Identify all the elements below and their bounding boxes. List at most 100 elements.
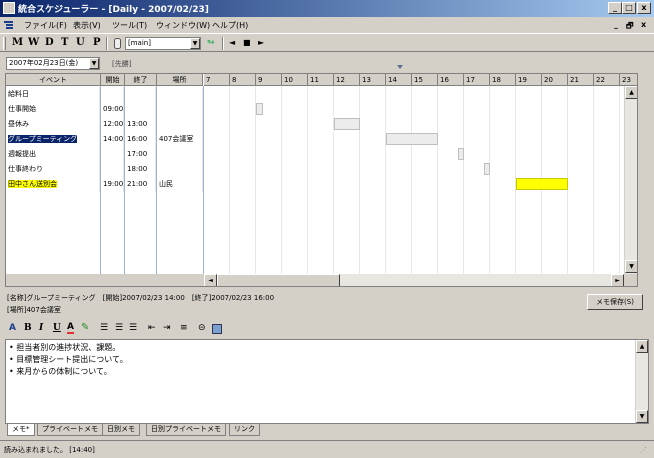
mdi-restore-button[interactable]: 🗗 [626, 20, 634, 34]
start-cell-text: 09:00 [103, 105, 124, 113]
end-cell-text: 16:00 [127, 135, 148, 143]
indent-icon[interactable]: ⇥ [163, 323, 171, 333]
schedule-row[interactable]: 昼休み 12:00 13:00 [6, 117, 624, 132]
schedule-row[interactable]: 田中さん送別会 19:00 21:00 山民 [6, 177, 624, 192]
scroll-right-button[interactable]: ► [611, 274, 624, 286]
memo-save-button[interactable]: メモ保存(S) [587, 294, 643, 310]
next-button[interactable]: ► [258, 38, 264, 47]
font-icon[interactable]: A [9, 323, 16, 333]
event-time-bar[interactable] [457, 148, 464, 160]
event-cell-text: 田中さん送別会 [8, 180, 57, 188]
tab-memo[interactable]: メモ* [7, 424, 35, 436]
schedule-row[interactable]: グループミーティング 14:00 16:00 407会議室 [6, 132, 624, 147]
schedule-grid[interactable]: イベント 開始 終了 場所 7 8 9 10 11 12 13 14 15 16 17 18 19 20 2… [5, 73, 638, 287]
event-cell: 田中さん送別会 [6, 177, 100, 192]
database-dropdown-arrow[interactable]: ▼ [190, 38, 200, 49]
mdi-close-button[interactable]: x [641, 20, 646, 29]
event-time-bar[interactable] [256, 103, 263, 115]
place-cell [157, 162, 203, 177]
today-button[interactable]: ■ [243, 38, 251, 47]
font-color-button[interactable]: A [67, 323, 74, 334]
tab-daily-memo[interactable]: 日別メモ [102, 424, 140, 436]
close-button[interactable]: x [637, 2, 651, 14]
event-time-bar[interactable] [516, 178, 568, 190]
hour-header: 13 [360, 74, 386, 86]
grid-horizontal-scrollbar[interactable]: ◄ ► [204, 274, 624, 286]
minimize-button[interactable]: _ [608, 2, 622, 14]
view-week-button[interactable]: W [28, 37, 39, 48]
tab-private-memo[interactable]: プライベートメモ [37, 424, 103, 436]
view-day-button[interactable]: D [45, 37, 54, 48]
column-header-end[interactable]: 終了 [125, 74, 157, 86]
align-center-icon[interactable]: ☰ [115, 323, 123, 333]
end-cell-text: 18:00 [127, 165, 148, 173]
date-select-value: 2007年02月23日(金) [9, 59, 79, 67]
hour-header: 10 [282, 74, 308, 86]
hour-header: 8 [230, 74, 256, 86]
end-cell: 17:00 [125, 147, 156, 162]
column-header-start[interactable]: 開始 [101, 74, 125, 86]
resize-grip[interactable]: ⋰ [640, 446, 647, 454]
event-time-bar[interactable] [334, 118, 360, 130]
schedule-row[interactable]: 仕事開始 09:00 [6, 102, 624, 117]
start-cell [101, 162, 124, 177]
schedule-row[interactable]: 仕事終わり 18:00 [6, 162, 624, 177]
link-icon[interactable]: ⊝ [198, 323, 206, 333]
hour-header: 15 [412, 74, 438, 86]
menu-view[interactable]: 表示(V) [73, 20, 101, 31]
prev-button[interactable]: ◄ [229, 38, 235, 47]
column-header-place[interactable]: 場所 [157, 74, 203, 86]
event-cell: 昼休み [6, 117, 100, 132]
menu-window[interactable]: ウィンドウ(W) [156, 20, 210, 31]
maximize-button[interactable]: □ [622, 2, 636, 14]
view-month-button[interactable]: M [12, 37, 23, 48]
menu-tools[interactable]: ツール(T) [112, 20, 147, 31]
menu-file[interactable]: ファイル(F) [24, 20, 67, 31]
date-dropdown-arrow[interactable]: ▼ [89, 58, 99, 69]
event-detail-line1: [名称]グループミーティング [開始]2007/02/23 14:00 [終了]… [7, 294, 275, 302]
toolbar-grip[interactable] [3, 37, 6, 50]
place-cell: 407会議室 [157, 132, 203, 147]
view-p-button[interactable]: P [93, 37, 101, 48]
align-left-icon[interactable]: ☰ [100, 323, 108, 333]
view-todo-button[interactable]: T [61, 37, 68, 48]
end-cell: 21:00 [125, 177, 156, 192]
memo-editor[interactable]: • 担当者別の進捗状況、課題。 • 目標管理シート提出について。 • 来月からの… [5, 339, 649, 424]
memo-scrollbar[interactable]: ▲ ▼ [635, 340, 648, 423]
scroll-thumb[interactable] [217, 274, 340, 286]
start-cell-text: 19:00 [103, 180, 124, 188]
refresh-icon[interactable]: ↬ [207, 38, 215, 48]
mdi-minimize-button[interactable]: _ [614, 20, 618, 29]
memo-scroll-down-button[interactable]: ▼ [636, 410, 648, 423]
underline-button[interactable]: U [53, 323, 61, 333]
tab-daily-private-memo[interactable]: 日別プライベートメモ [146, 424, 226, 436]
toolbar-separator [106, 37, 108, 50]
event-time-bar[interactable] [483, 163, 490, 175]
image-icon[interactable] [212, 324, 222, 334]
scroll-up-button[interactable]: ▲ [625, 86, 637, 99]
event-cell: 給料日 [6, 87, 100, 102]
grid-vertical-scrollbar[interactable]: ▲ ▼ [624, 86, 637, 274]
outdent-icon[interactable]: ⇤ [148, 323, 156, 333]
tab-link[interactable]: リンク [229, 424, 260, 436]
title-bar[interactable]: 統合スケジューラー - [Daily - 2007/02/23] _ □ x [0, 0, 654, 17]
hour-header: 20 [542, 74, 568, 86]
bold-button[interactable]: B [24, 323, 32, 333]
date-select[interactable]: 2007年02月23日(金) [6, 57, 100, 70]
app-menu-icon[interactable] [4, 20, 14, 30]
align-right-icon[interactable]: ☰ [129, 323, 137, 333]
column-header-event[interactable]: イベント [6, 74, 101, 86]
menu-help[interactable]: ヘルプ(H) [212, 20, 248, 31]
schedule-row[interactable]: 給料日 [6, 87, 624, 102]
view-u-button[interactable]: U [76, 37, 85, 48]
schedule-row[interactable]: 週報提出 17:00 [6, 147, 624, 162]
bullet-list-icon[interactable]: ≡ [180, 323, 188, 333]
highlight-icon[interactable]: ✎ [81, 322, 89, 333]
start-cell: 12:00 [101, 117, 124, 132]
event-time-bar[interactable] [386, 133, 438, 145]
memo-scroll-up-button[interactable]: ▲ [636, 340, 648, 353]
app-icon[interactable] [3, 2, 15, 14]
italic-button[interactable]: I [39, 323, 43, 333]
scroll-left-button[interactable]: ◄ [204, 274, 217, 286]
scroll-down-button[interactable]: ▼ [625, 260, 637, 273]
